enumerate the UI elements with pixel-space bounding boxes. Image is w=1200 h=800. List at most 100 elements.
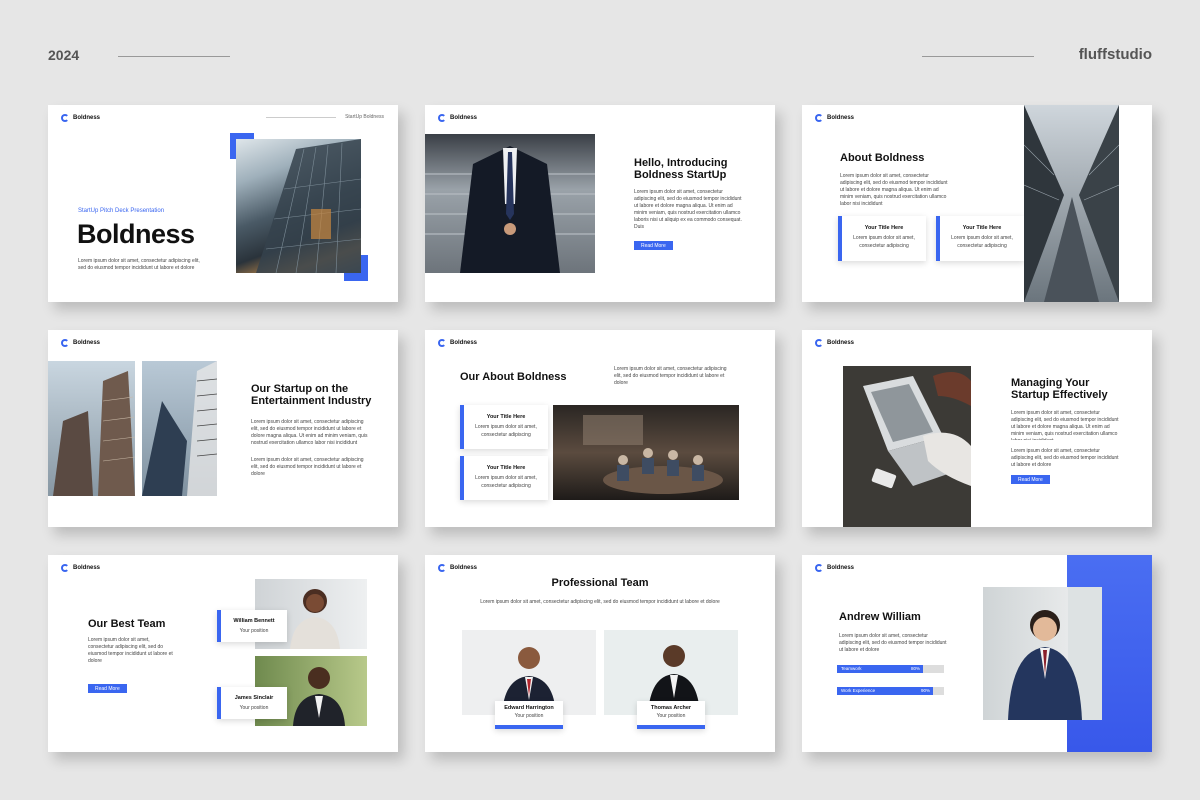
skyscrapers-photo <box>1024 105 1119 302</box>
logo-icon <box>438 339 446 347</box>
city-photo <box>48 361 135 496</box>
slide-intro[interactable]: Boldness Hello, Introducing Boldness Sta… <box>425 105 775 302</box>
slide-logo: Boldness <box>61 114 100 122</box>
profile-name: Andrew William <box>839 611 921 623</box>
cover-text: Lorem ipsum dolor sit amet, consectetur … <box>78 258 200 271</box>
logo-text: Boldness <box>73 565 101 571</box>
building-photo <box>236 139 361 273</box>
slide-profile[interactable]: Boldness Andrew William Lorem ipsum dolo… <box>802 555 1152 752</box>
member-position: Your position <box>239 628 269 634</box>
skill-percent: 80% <box>911 666 921 671</box>
meeting-photo <box>553 405 739 500</box>
managing-title-line-2: Startup Effectively <box>1011 389 1108 401</box>
member-name: William Bennett <box>233 618 275 624</box>
info-card: Your Title Here Lorem ipsum dolor sit am… <box>460 405 548 449</box>
logo-icon <box>61 339 69 347</box>
logo-text: Boldness <box>450 565 478 571</box>
intro-title-line-1: Hello, Introducing <box>634 157 728 169</box>
member-name: Thomas Archer <box>650 705 692 711</box>
cover-title: Boldness <box>77 219 195 249</box>
slide-professional-team[interactable]: Boldness Professional Team Lorem ipsum d… <box>425 555 775 752</box>
slide-best-team[interactable]: Boldness Our Best Team Lorem ipsum dolor… <box>48 555 398 752</box>
member-name: James Sinclair <box>234 695 274 701</box>
professional-team-title: Professional Team <box>551 577 649 589</box>
slide-logo: Boldness <box>815 339 854 347</box>
slide-logo: Boldness <box>61 339 100 347</box>
managing-text-2: Lorem ipsum dolor sit amet, consectetur … <box>1011 448 1119 468</box>
startup-title-line-1: Our Startup on the <box>251 383 349 395</box>
startup-text-1: Lorem ipsum dolor sit amet, consectetur … <box>251 419 368 446</box>
slide-logo: Boldness <box>438 114 477 122</box>
slide-tag-line <box>266 117 336 118</box>
info-card: Your Title Here Lorem ipsum dolor sit am… <box>936 216 1024 261</box>
best-team-title: Our Best Team <box>88 618 166 630</box>
slide-cover[interactable]: Boldness StartUp Boldness StartUp Pitch … <box>48 105 398 302</box>
brand-label: fluffstudio <box>1078 46 1152 63</box>
slide-logo: Boldness <box>438 339 477 347</box>
meeting-illustration <box>583 415 723 494</box>
about-text: Lorem ipsum dolor sit amet, consectetur … <box>840 173 948 207</box>
read-more-button[interactable]: Read More <box>1011 475 1050 484</box>
logo-icon <box>815 339 823 347</box>
managing-title-line-1: Managing Your <box>1011 377 1090 389</box>
logo-icon <box>438 114 446 122</box>
card-text: Lorem ipsum dolor sit amet, consectetur … <box>475 424 537 438</box>
card-text: Lorem ipsum dolor sit amet, consectetur … <box>853 235 915 249</box>
towers-photo <box>142 361 217 496</box>
logo-text: Boldness <box>827 565 855 571</box>
top-divider-right <box>922 56 1034 57</box>
card-text: Lorem ipsum dolor sit amet, consectetur … <box>475 475 537 489</box>
member-card: Edward Harrington Your position <box>495 701 563 729</box>
card-text: Lorem ipsum dolor sit amet, consectetur … <box>951 235 1013 249</box>
logo-icon <box>61 564 69 572</box>
logo-icon <box>61 114 69 122</box>
read-more-button[interactable]: Read More <box>88 684 127 693</box>
best-team-text: Lorem ipsum dolor sit amet, consectetur … <box>88 637 173 664</box>
logo-text: Boldness <box>827 340 855 346</box>
logo-icon <box>815 114 823 122</box>
skyscrapers-illustration <box>1024 105 1119 302</box>
professional-team-text: Lorem ipsum dolor sit amet, consectetur … <box>480 599 720 605</box>
top-divider-left <box>118 56 230 57</box>
man-illustration <box>1008 587 1102 720</box>
skill-percent: 90% <box>921 688 931 693</box>
card-title: Your Title Here <box>486 414 526 420</box>
businessman-illustration <box>425 146 595 273</box>
laptop-illustration <box>863 372 971 489</box>
logo-icon <box>815 564 823 572</box>
building-illustration <box>256 139 361 273</box>
slide-tag: StartUp Boldness <box>345 114 384 120</box>
managing-text-1: Lorem ipsum dolor sit amet, consectetur … <box>1011 410 1119 440</box>
slide-logo: Boldness <box>815 564 854 572</box>
laptop-photo <box>843 366 971 527</box>
logo-icon <box>438 564 446 572</box>
slide-logo: Boldness <box>61 564 100 572</box>
year-label: 2024 <box>48 47 80 63</box>
businessman-photo <box>425 134 595 273</box>
startup-title-line-2: Entertainment Industry <box>251 395 372 407</box>
card-title: Your Title Here <box>864 225 904 231</box>
logo-text: Boldness <box>827 115 855 121</box>
logo-text: Boldness <box>450 115 478 121</box>
slide-logo: Boldness <box>438 564 477 572</box>
logo-text: Boldness <box>450 340 478 346</box>
member-name: Edward Harrington <box>504 705 554 711</box>
logo-text: Boldness <box>73 115 101 121</box>
our-about-title: Our About Boldness <box>460 371 567 383</box>
skill-label: Work Experience <box>841 688 876 693</box>
skill-bar: Work Experience 90% <box>837 687 944 695</box>
profile-text: Lorem ipsum dolor sit amet, consectetur … <box>839 633 947 653</box>
member-card: Thomas Archer Your position <box>637 701 705 729</box>
profile-photo <box>983 587 1102 720</box>
read-more-button[interactable]: Read More <box>634 241 673 250</box>
info-card: Your Title Here Lorem ipsum dolor sit am… <box>460 456 548 500</box>
card-title: Your Title Here <box>962 225 1002 231</box>
info-card: Your Title Here Lorem ipsum dolor sit am… <box>838 216 926 261</box>
slide-logo: Boldness <box>815 114 854 122</box>
slide-our-about[interactable]: Boldness Our About Boldness Lorem ipsum … <box>425 330 775 527</box>
card-title: Your Title Here <box>486 465 526 471</box>
slide-startup[interactable]: Boldness Our Startup on the Entertainmen… <box>48 330 398 527</box>
slide-about[interactable]: Boldness About Boldness Lorem ipsum dolo… <box>802 105 1152 302</box>
slide-managing[interactable]: Boldness Managing Your Startup Effective… <box>802 330 1152 527</box>
member-position: Your position <box>514 713 544 719</box>
